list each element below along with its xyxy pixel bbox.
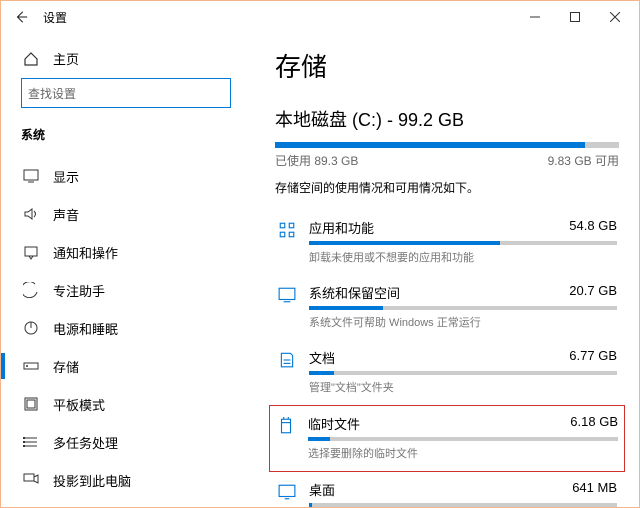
sidebar-item-label: 专注助手 xyxy=(53,281,105,300)
category-bar xyxy=(308,437,618,441)
sidebar-item-storage[interactable]: 存储 xyxy=(21,347,231,385)
sidebar-item-label: 电源和睡眠 xyxy=(53,319,118,338)
storage-icon xyxy=(23,358,39,374)
window-controls xyxy=(515,1,635,33)
category-sub: 系统文件可帮助 Windows 正常运行 xyxy=(309,314,617,330)
category-sub: 选择要删除的临时文件 xyxy=(308,445,618,461)
power-icon xyxy=(23,320,39,336)
category-label: 文档 xyxy=(309,348,335,367)
disk-usage-fill xyxy=(275,142,585,148)
notification-icon xyxy=(23,244,39,260)
home-label: 主页 xyxy=(53,49,79,68)
temp-icon xyxy=(276,416,296,436)
category-bar xyxy=(309,306,617,310)
storage-category[interactable]: 临时文件 6.18 GB 选择要删除的临时文件 xyxy=(269,405,625,472)
disk-usage-bar xyxy=(275,142,619,148)
storage-category[interactable]: 系统和保留空间 20.7 GB 系统文件可帮助 Windows 正常运行 xyxy=(275,275,619,340)
system-icon xyxy=(277,285,297,305)
sidebar-item-power[interactable]: 电源和睡眠 xyxy=(21,309,231,347)
sidebar: 主页 查找设置 系统 显示 声音 通知和操作 专注助手 电源和睡眠 存储 xyxy=(1,33,251,507)
category-size: 6.77 GB xyxy=(569,348,617,367)
sound-icon xyxy=(23,206,39,222)
back-button[interactable] xyxy=(5,1,37,33)
page-title: 存储 xyxy=(275,47,619,84)
sidebar-item-label: 投影到此电脑 xyxy=(53,471,131,490)
apps-icon xyxy=(277,220,297,240)
category-bar xyxy=(309,503,617,507)
tablet-icon xyxy=(23,396,39,412)
sidebar-item-multitask[interactable]: 多任务处理 xyxy=(21,423,231,461)
sidebar-item-label: 多任务处理 xyxy=(53,433,118,452)
disk-title: 本地磁盘 (C:) - 99.2 GB xyxy=(275,106,619,132)
minimize-button[interactable] xyxy=(515,1,555,33)
category-sub: 卸载未使用或不想要的应用和功能 xyxy=(309,249,617,265)
maximize-button[interactable] xyxy=(555,1,595,33)
used-label: 已使用 89.3 GB xyxy=(275,152,358,169)
sidebar-item-project[interactable]: 投影到此电脑 xyxy=(21,461,231,499)
category-size: 20.7 GB xyxy=(569,283,617,302)
sidebar-item-display[interactable]: 显示 xyxy=(21,157,231,195)
storage-category[interactable]: 应用和功能 54.8 GB 卸载未使用或不想要的应用和功能 xyxy=(275,210,619,275)
category-bar xyxy=(309,371,617,375)
sidebar-item-notifications[interactable]: 通知和操作 xyxy=(21,233,231,271)
category-size: 6.18 GB xyxy=(570,414,618,433)
multitask-icon xyxy=(23,434,39,450)
category-sub: 管理"文档"文件夹 xyxy=(309,379,617,395)
storage-category[interactable]: 桌面641 MB管理"桌面"文件夹 xyxy=(275,472,619,507)
category-size: 641 MB xyxy=(572,480,617,499)
sidebar-item-label: 通知和操作 xyxy=(53,243,118,262)
sidebar-item-focus[interactable]: 专注助手 xyxy=(21,271,231,309)
main-pane: 存储 本地磁盘 (C:) - 99.2 GB 已使用 89.3 GB 9.83 … xyxy=(251,33,639,507)
window-title: 设置 xyxy=(43,9,67,26)
home-link[interactable]: 主页 xyxy=(21,43,231,78)
close-button[interactable] xyxy=(595,1,635,33)
category-size: 54.8 GB xyxy=(569,218,617,237)
titlebar: 设置 xyxy=(1,1,639,33)
category-label: 系统 xyxy=(21,126,231,143)
search-placeholder: 查找设置 xyxy=(28,85,224,102)
category-label: 系统和保留空间 xyxy=(309,283,400,302)
sidebar-item-sound[interactable]: 声音 xyxy=(21,195,231,233)
search-input[interactable]: 查找设置 xyxy=(21,78,231,108)
category-label: 桌面 xyxy=(309,480,335,499)
project-icon xyxy=(23,472,39,488)
sidebar-item-tablet[interactable]: 平板模式 xyxy=(21,385,231,423)
documents-icon xyxy=(277,350,297,370)
category-bar xyxy=(309,241,617,245)
storage-category[interactable]: 文档 6.77 GB 管理"文档"文件夹 xyxy=(275,340,619,405)
sidebar-item-label: 显示 xyxy=(53,167,79,186)
sidebar-item-label: 平板模式 xyxy=(53,395,105,414)
storage-desc: 存储空间的使用情况和可用情况如下。 xyxy=(275,179,619,196)
home-icon xyxy=(23,51,39,67)
sidebar-item-label: 声音 xyxy=(53,205,79,224)
category-label: 应用和功能 xyxy=(309,218,374,237)
sidebar-item-label: 存储 xyxy=(53,357,79,376)
display-icon xyxy=(23,168,39,184)
desktop-icon xyxy=(277,482,297,502)
focus-icon xyxy=(23,282,39,298)
free-label: 9.83 GB 可用 xyxy=(548,152,619,169)
category-label: 临时文件 xyxy=(308,414,360,433)
